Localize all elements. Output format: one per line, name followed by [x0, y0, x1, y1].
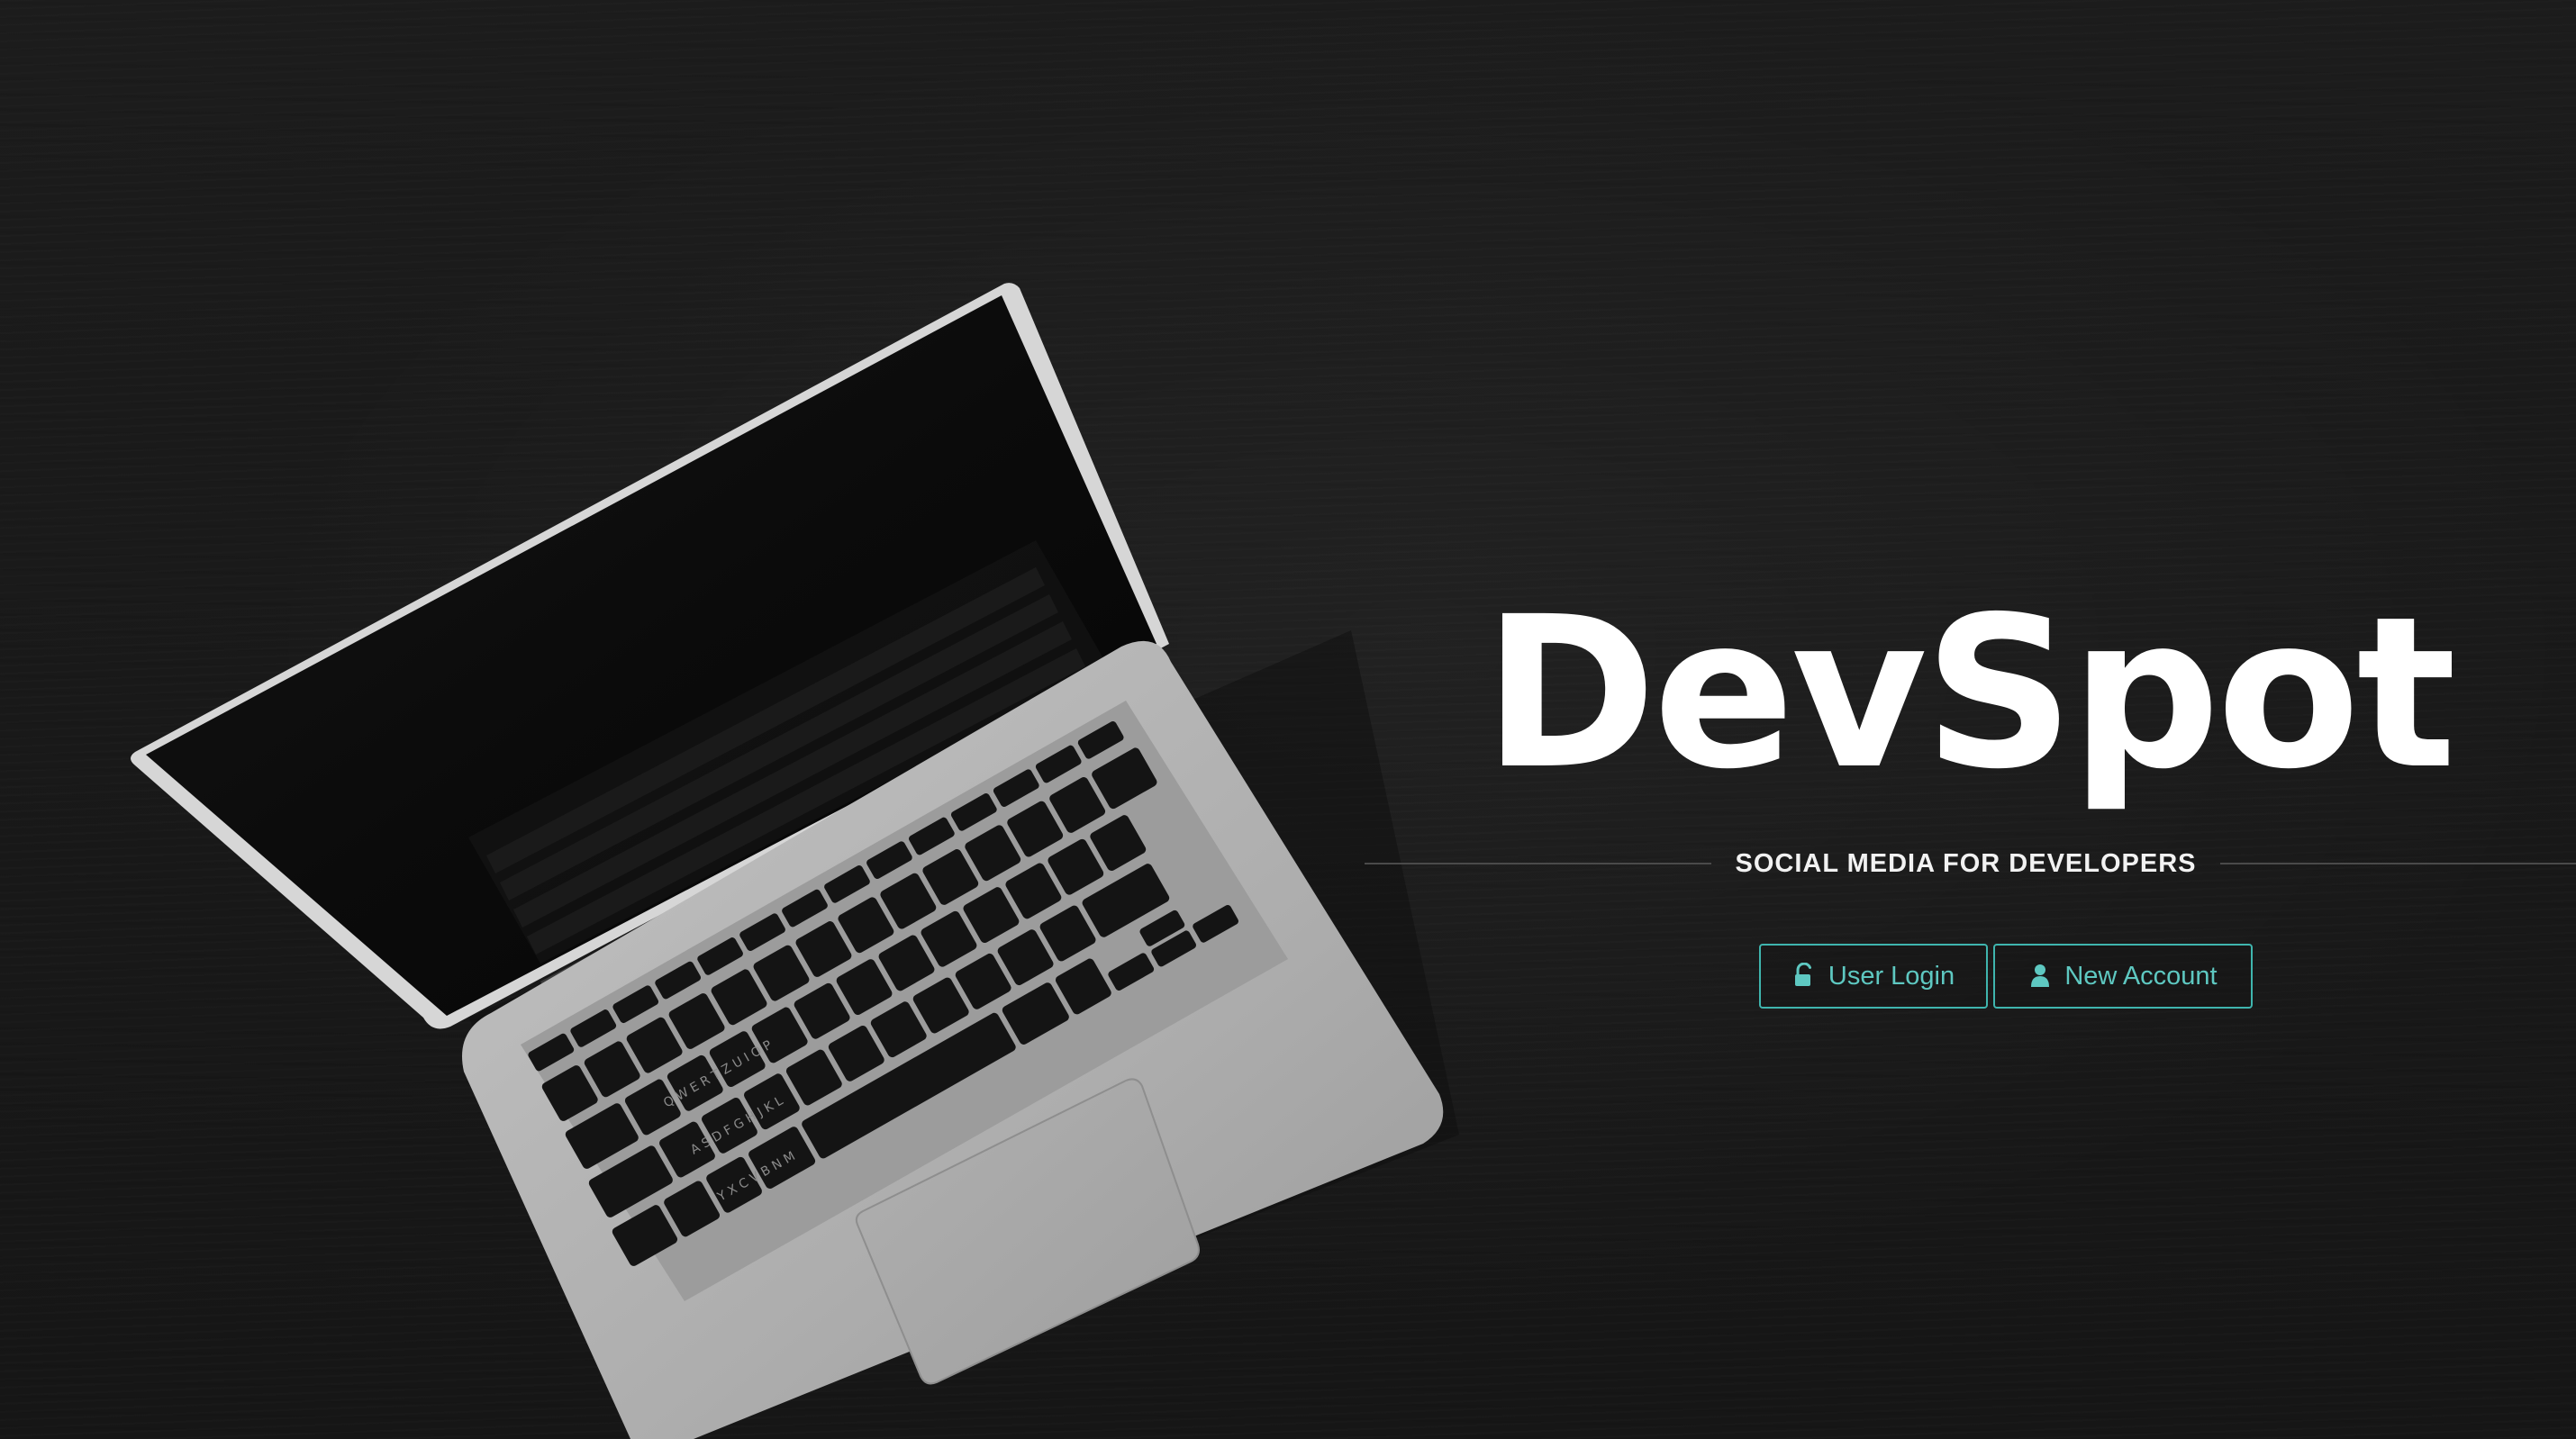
divider-left — [1365, 863, 1711, 864]
laptop-image: Q W E R T Z U I O P A S D F G H J K L Y … — [131, 283, 1459, 1439]
new-account-label: New Account — [2064, 961, 2218, 991]
user-login-label: User Login — [1828, 961, 1955, 991]
action-buttons: User Login New Account — [1759, 944, 2253, 1009]
landing-page: Q W E R T Z U I O P A S D F G H J K L Y … — [0, 0, 2576, 1439]
new-account-button[interactable]: New Account — [1993, 944, 2253, 1009]
user-login-button[interactable]: User Login — [1759, 944, 1988, 1009]
tagline: SOCIAL MEDIA FOR DEVELOPERS — [1735, 849, 2197, 878]
user-icon — [2028, 963, 2052, 990]
brand-title: DevSpot — [1483, 572, 2457, 815]
tagline-row: SOCIAL MEDIA FOR DEVELOPERS — [1365, 845, 2576, 881]
unlock-icon — [1792, 963, 1816, 990]
divider-right — [2220, 863, 2576, 864]
hero-section: DevSpot SOCIAL MEDIA FOR DEVELOPERS User… — [1365, 558, 2576, 1027]
